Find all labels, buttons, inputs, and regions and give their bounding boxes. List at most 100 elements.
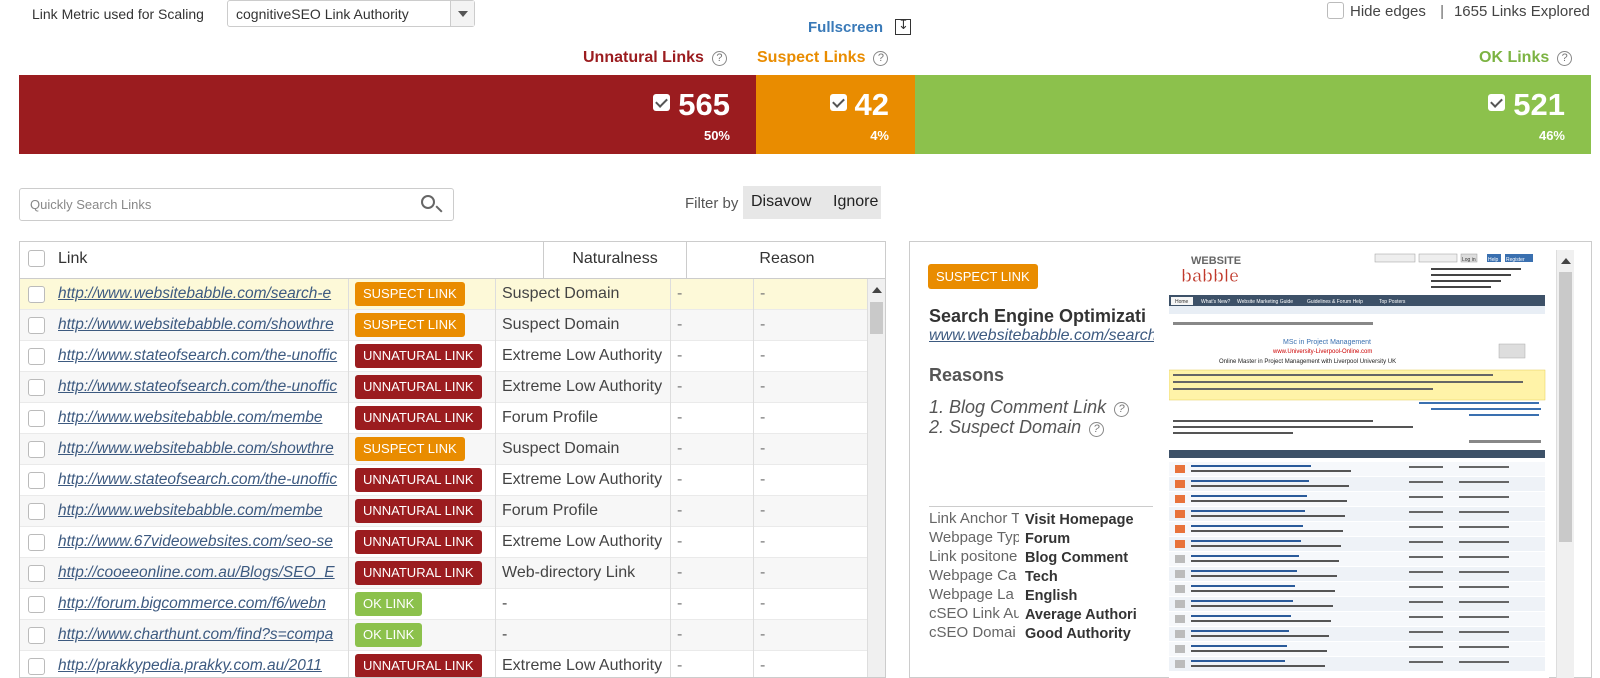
hide-edges-toggle[interactable]: Hide edges | 1655 Links Explored xyxy=(1327,2,1590,20)
help-icon[interactable]: ? xyxy=(1557,51,1573,66)
checkbox-checked-icon[interactable] xyxy=(653,94,671,111)
column-reason[interactable]: Reason xyxy=(686,242,885,279)
help-icon[interactable]: ? xyxy=(1089,422,1105,437)
link-url[interactable]: http://cooeeonline.com.au/Blogs/SEO_E xyxy=(58,558,356,589)
row-checkbox[interactable] xyxy=(28,317,45,334)
link-url[interactable]: http://prakkypedia.prakky.com.au/2011 xyxy=(58,651,356,677)
row-checkbox[interactable] xyxy=(28,379,45,396)
value-cell: - xyxy=(670,341,753,372)
preview-tab: Top Posters xyxy=(1379,299,1406,305)
row-checkbox[interactable] xyxy=(28,534,45,551)
naturalness-cell: OK LINK xyxy=(348,589,495,620)
row-checkbox[interactable] xyxy=(28,565,45,582)
preview-scrollbar[interactable] xyxy=(1556,250,1574,678)
search-icon[interactable] xyxy=(421,195,435,209)
help-icon[interactable]: ? xyxy=(711,51,727,66)
search-input[interactable]: Quickly Search Links xyxy=(19,188,454,221)
table-row[interactable]: http://www.stateofsearch.com/the-unoffic… xyxy=(20,341,869,372)
column-link[interactable]: Link xyxy=(58,242,87,279)
help-icon[interactable]: ? xyxy=(1114,402,1130,417)
value-cell: - xyxy=(753,651,869,677)
scroll-up-icon[interactable] xyxy=(1561,258,1571,264)
table-row[interactable]: http://www.67videowebsites.com/seo-se UNN… xyxy=(20,527,869,558)
suspect-links-bar[interactable]: 42 4% xyxy=(756,75,915,154)
property-key: Webpage Typ xyxy=(929,529,1019,546)
preview-tab: Website Marketing Guide xyxy=(1237,299,1293,305)
naturalness-cell: UNNATURAL LINK xyxy=(348,651,495,677)
table-row[interactable]: http://www.websitebabble.com/membe UNNATU… xyxy=(20,496,869,527)
filter-label: Filter by xyxy=(685,195,739,212)
reason-cell: Suspect Domain xyxy=(495,279,670,310)
value-cell: - xyxy=(670,403,753,434)
table-scrollbar[interactable] xyxy=(867,279,885,677)
row-checkbox[interactable] xyxy=(28,441,45,458)
link-url[interactable]: http://www.websitebabble.com/membe xyxy=(58,403,356,434)
link-url[interactable]: http://www.stateofsearch.com/the-unoffic xyxy=(58,341,356,372)
detail-page-title: Search Engine Optimizati xyxy=(929,306,1147,326)
link-url[interactable]: http://www.websitebabble.com/membe xyxy=(58,496,356,527)
filter-ignore-button[interactable]: Ignore xyxy=(825,186,881,219)
reason-cell: Suspect Domain xyxy=(495,310,670,341)
property-key: Link Anchor T xyxy=(929,510,1019,527)
table-row[interactable]: http://forum.bigcommerce.com/f6/webn OK L… xyxy=(20,589,869,620)
row-checkbox[interactable] xyxy=(28,410,45,427)
link-url[interactable]: http://www.stateofsearch.com/the-unoffic xyxy=(58,465,356,496)
link-url[interactable]: http://www.stateofsearch.com/the-unoffic xyxy=(58,372,356,403)
table-row[interactable]: http://www.websitebabble.com/showthre SUS… xyxy=(20,310,869,341)
table-row[interactable]: http://www.stateofsearch.com/the-unoffic… xyxy=(20,465,869,496)
preview-ad-text: Online Master in Project Management with… xyxy=(1219,359,1396,365)
reason-cell: Extreme Low Authority xyxy=(495,465,670,496)
scroll-up-icon[interactable] xyxy=(872,287,882,293)
select-all-checkbox[interactable] xyxy=(28,242,45,279)
value-cell: - xyxy=(753,589,869,620)
metric-select-value: cognitiveSEO Link Authority xyxy=(236,6,409,22)
metric-label: Link Metric used for Scaling xyxy=(32,6,204,22)
column-naturalness[interactable]: Naturalness xyxy=(543,242,686,279)
metric-select[interactable]: cognitiveSEO Link Authority xyxy=(227,0,475,27)
links-table: Link Naturalness Reason http://www.websi… xyxy=(19,241,886,678)
table-row[interactable]: http://www.websitebabble.com/membe UNNATU… xyxy=(20,403,869,434)
link-url[interactable]: http://www.websitebabble.com/showthre xyxy=(58,310,356,341)
reasons-heading: Reasons xyxy=(929,365,1005,385)
row-checkbox[interactable] xyxy=(28,472,45,489)
checkbox-checked-icon[interactable] xyxy=(829,94,847,111)
filter-disavow-button[interactable]: Disavow xyxy=(743,186,826,219)
hide-edges-checkbox[interactable] xyxy=(1327,2,1344,19)
link-url[interactable]: http://www.67videowebsites.com/seo-se xyxy=(58,527,356,558)
divider xyxy=(929,506,1153,507)
fullscreen-icon[interactable] xyxy=(895,17,911,35)
scrollbar-thumb[interactable] xyxy=(1559,272,1572,542)
checkbox-checked-icon[interactable] xyxy=(1488,94,1506,111)
row-checkbox[interactable] xyxy=(28,503,45,520)
detail-url-link[interactable]: www.websitebabble.com/search xyxy=(929,327,1154,345)
help-icon[interactable]: ? xyxy=(873,51,889,66)
table-row[interactable]: http://www.websitebabble.com/search-e SUS… xyxy=(20,279,869,310)
table-header: Link Naturalness Reason xyxy=(20,242,885,279)
row-checkbox[interactable] xyxy=(28,348,45,365)
link-url[interactable]: http://forum.bigcommerce.com/f6/webn xyxy=(58,589,356,620)
link-url[interactable]: http://www.websitebabble.com/showthre xyxy=(58,434,356,465)
row-checkbox[interactable] xyxy=(28,596,45,613)
value-cell: - xyxy=(753,465,869,496)
preview-register-button: Register xyxy=(1506,257,1525,263)
table-row[interactable]: http://www.stateofsearch.com/the-unoffic… xyxy=(20,372,869,403)
fullscreen-link[interactable]: Fullscreen xyxy=(808,19,883,36)
table-row[interactable]: http://www.websitebabble.com/showthre SUS… xyxy=(20,434,869,465)
table-row[interactable]: http://www.charthunt.com/find?s=compa OK … xyxy=(20,620,869,651)
links-explored-count: 1655 Links Explored xyxy=(1453,3,1590,20)
ok-links-bar[interactable]: 521 46% xyxy=(915,75,1591,154)
link-url[interactable]: http://www.websitebabble.com/search-e xyxy=(58,279,356,310)
row-checkbox[interactable] xyxy=(28,658,45,675)
value-cell: - xyxy=(670,558,753,589)
row-checkbox[interactable] xyxy=(28,286,45,303)
value-cell: - xyxy=(753,434,869,465)
chevron-down-icon[interactable] xyxy=(450,1,474,26)
table-row[interactable]: http://prakkypedia.prakky.com.au/2011 UNN… xyxy=(20,651,869,677)
scrollbar-thumb[interactable] xyxy=(870,302,883,334)
link-url[interactable]: http://www.charthunt.com/find?s=compa xyxy=(58,620,356,651)
unnatural-links-bar[interactable]: 565 50% xyxy=(19,75,756,154)
row-checkbox[interactable] xyxy=(28,627,45,644)
reason-text: 1. Blog Comment Link xyxy=(929,397,1107,417)
table-row[interactable]: http://cooeeonline.com.au/Blogs/SEO_E UNN… xyxy=(20,558,869,589)
preview-login-button: Log in xyxy=(1462,257,1476,263)
